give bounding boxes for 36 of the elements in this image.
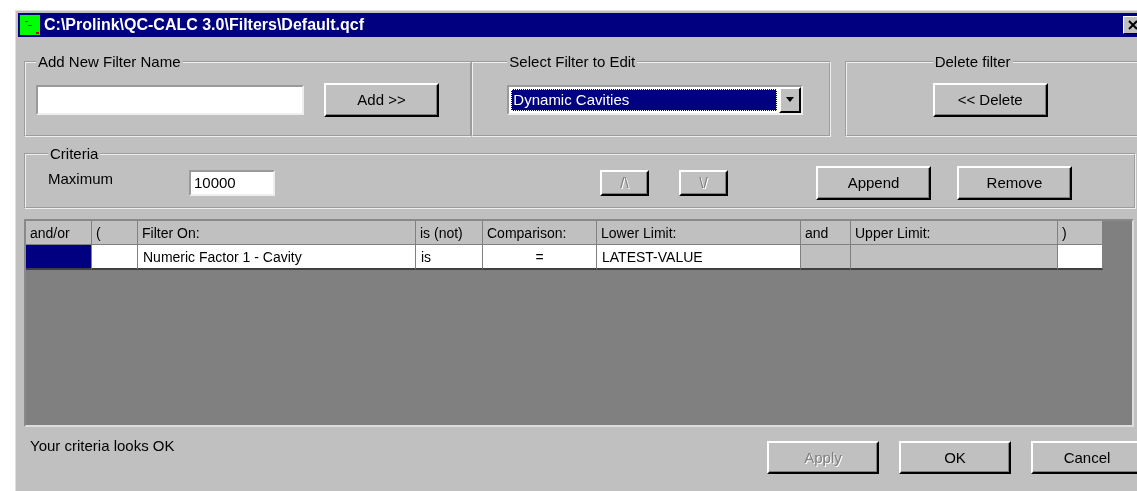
column-header: Lower Limit:: [597, 221, 801, 245]
append-button[interactable]: Append: [816, 165, 931, 200]
cancel-button[interactable]: Cancel: [1031, 441, 1137, 474]
group-label: Select Filter to Edit: [508, 53, 637, 70]
ok-button[interactable]: OK: [899, 441, 1011, 474]
column-header: is (not): [416, 221, 483, 245]
filter-dropdown[interactable]: Dynamic Cavities: [507, 84, 804, 115]
add-button[interactable]: Add >>: [324, 82, 439, 117]
group-label: Delete filter: [933, 53, 1012, 70]
column-header: and/or: [26, 221, 92, 245]
column-header: Filter On:: [138, 221, 416, 245]
table-cell[interactable]: is: [416, 245, 483, 270]
column-header: Comparison:: [483, 221, 597, 245]
window-title: C:\Prolink\QC-CALC 3.0\Filters\Default.qcf: [44, 16, 366, 34]
dropdown-arrow-icon: [785, 96, 796, 103]
remove-button[interactable]: Remove: [957, 165, 1072, 200]
app-icon: [20, 15, 40, 35]
delete-button[interactable]: << Delete: [932, 82, 1048, 117]
table-cell[interactable]: [92, 245, 138, 270]
status-text: Your criteria looks OK: [30, 437, 176, 454]
column-header: Upper Limit:: [851, 221, 1058, 245]
table-cell[interactable]: [1058, 245, 1103, 270]
table-cell[interactable]: Numeric Factor 1 - Cavity: [138, 245, 416, 270]
group-label: Add New Filter Name: [37, 53, 182, 70]
maximum-field[interactable]: 10000: [189, 169, 275, 196]
table-cell[interactable]: =: [483, 245, 597, 270]
column-header: (: [92, 221, 138, 245]
group-label: Criteria: [49, 145, 100, 162]
maximum-label: Maximum: [48, 170, 114, 187]
filter-name-field[interactable]: [36, 84, 304, 115]
table-cell[interactable]: LATEST-VALUE: [597, 245, 801, 270]
close-button[interactable]: [1123, 16, 1137, 34]
close-icon: [1128, 20, 1137, 30]
table-cell[interactable]: [26, 245, 92, 270]
column-header: ): [1058, 221, 1103, 245]
column-header: and: [801, 221, 851, 245]
